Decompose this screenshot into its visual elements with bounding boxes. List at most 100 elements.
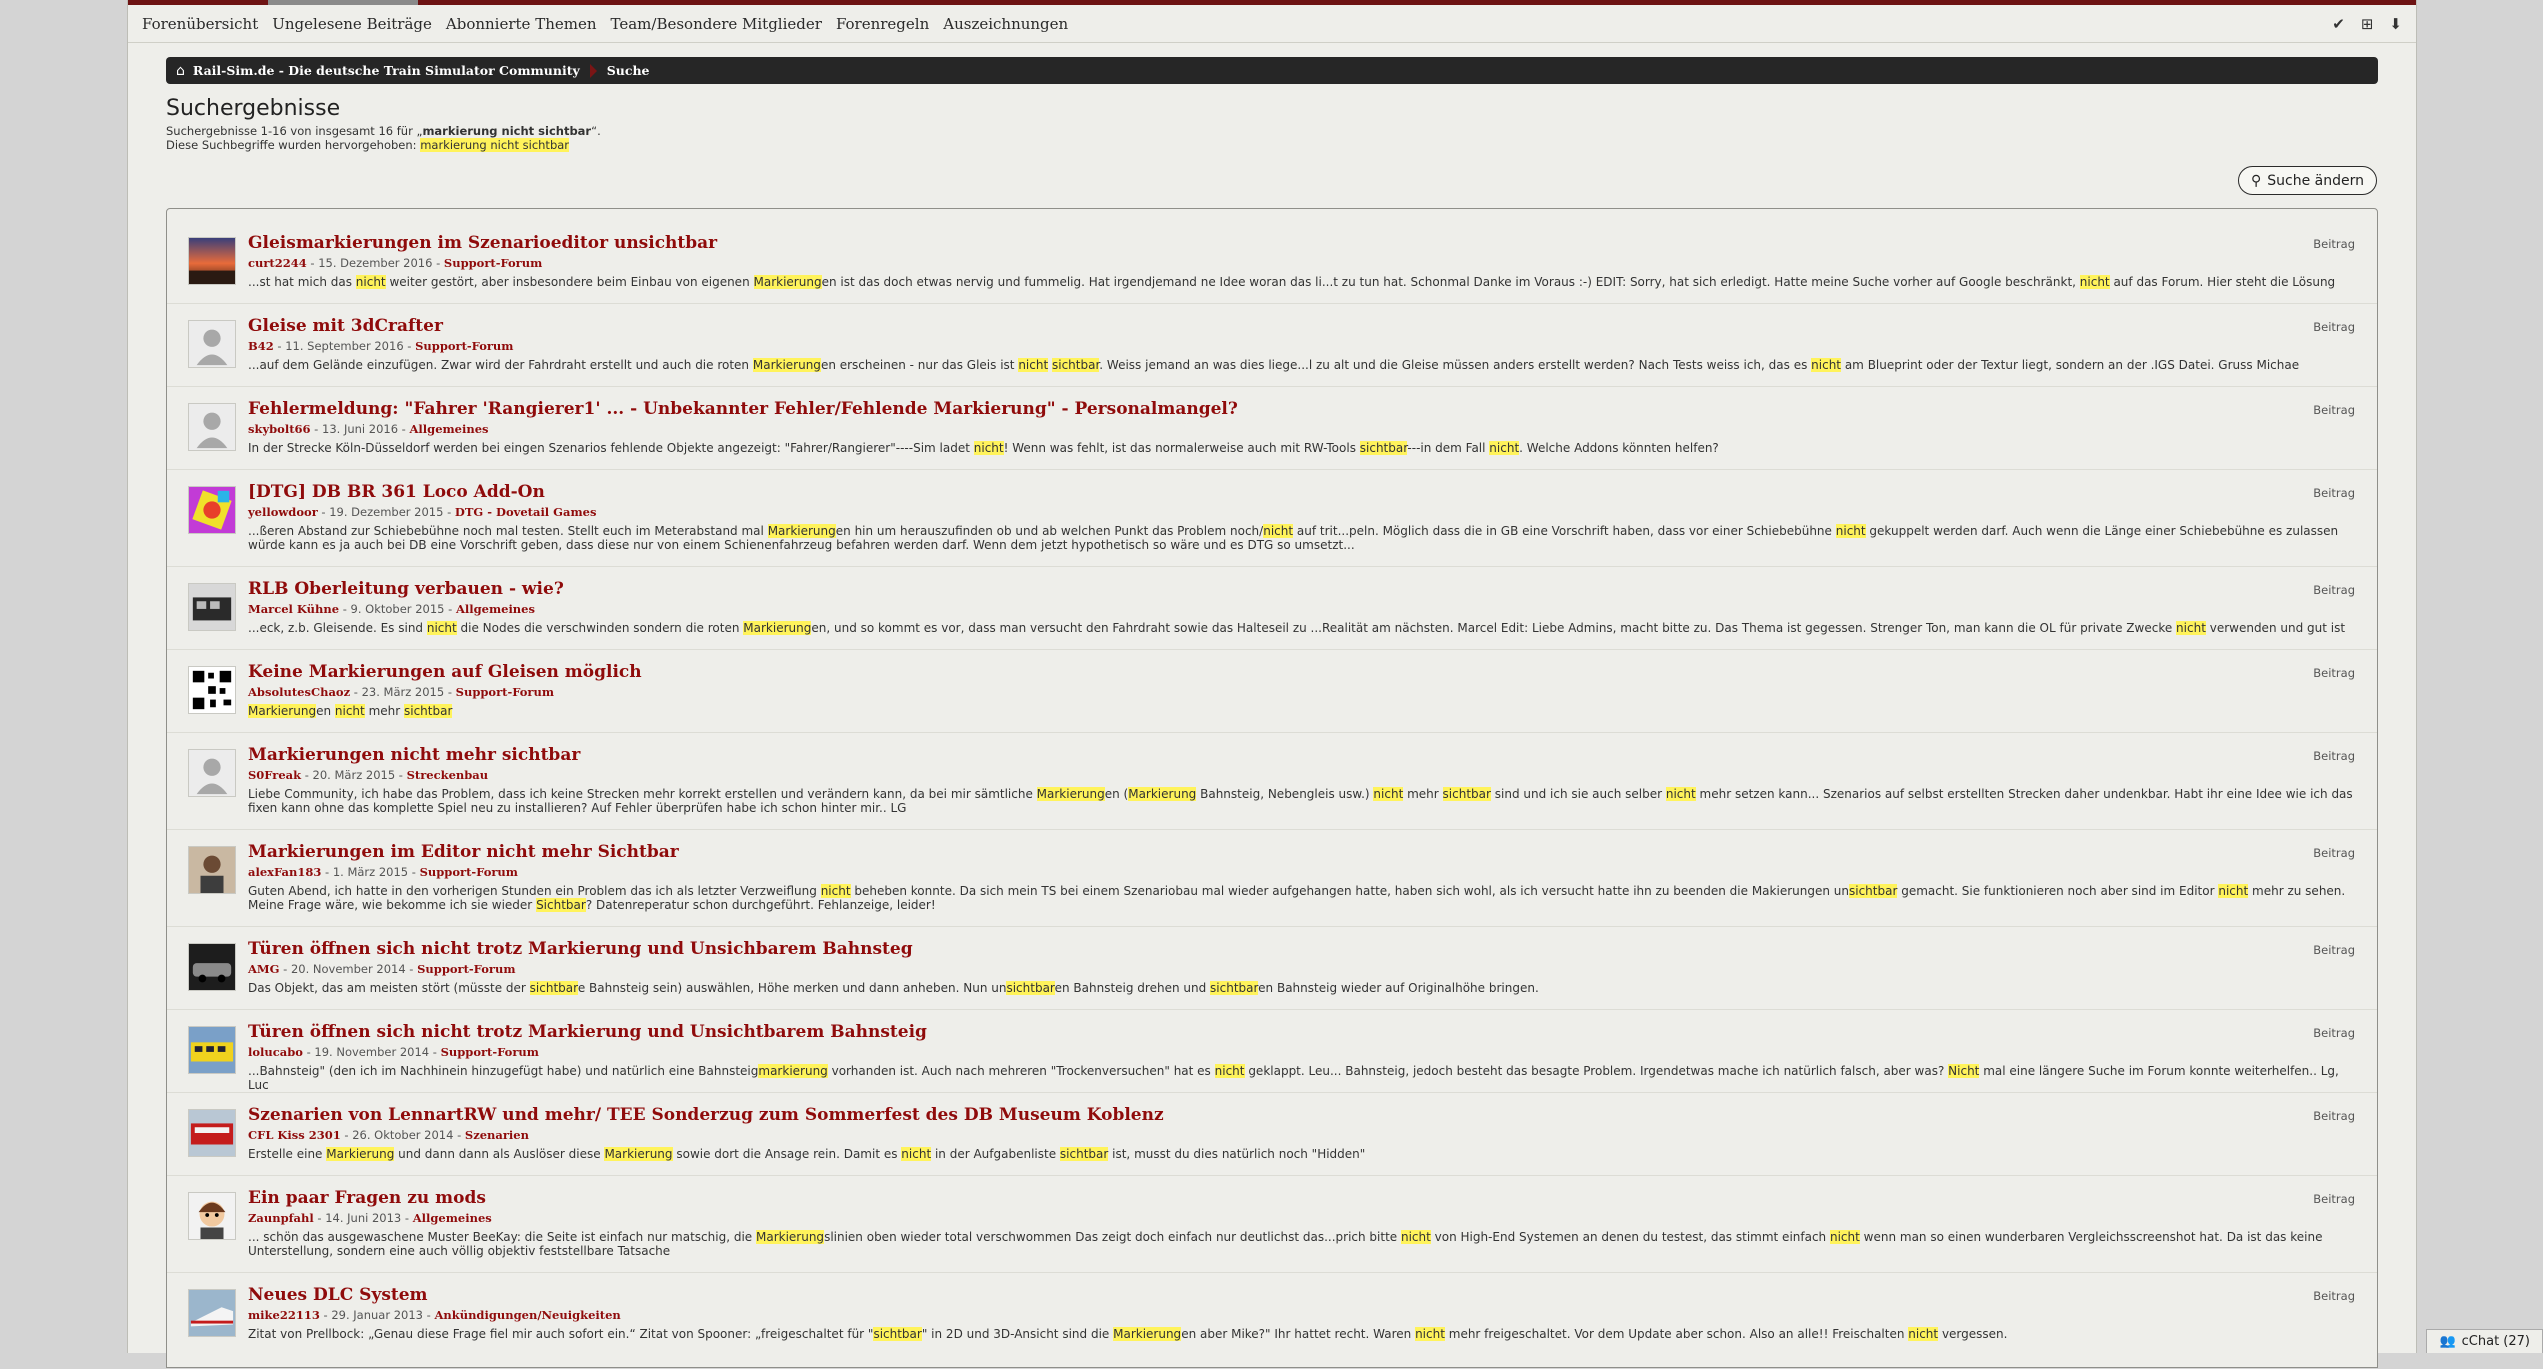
search-highlight: nicht [1018, 358, 1049, 372]
avatar[interactable] [188, 1289, 236, 1337]
search-highlight: sichtbar [1052, 358, 1100, 372]
forum-link[interactable]: Support-Forum [441, 1045, 539, 1059]
edit-search-button[interactable]: ⚲ Suche ändern [2238, 166, 2377, 195]
result-type: Beitrag [2313, 403, 2355, 417]
result-title-link[interactable]: Fehlermeldung: "Fahrer 'Rangierer1' ... … [248, 399, 1238, 419]
author-link[interactable]: lolucabo [248, 1045, 303, 1059]
result-title-link[interactable]: Ein paar Fragen zu mods [248, 1188, 486, 1208]
author-link[interactable]: AMG [248, 962, 279, 976]
author-link[interactable]: AbsolutesChaoz [248, 685, 350, 699]
author-link[interactable]: CFL Kiss 2301 [248, 1128, 341, 1142]
result-item: Türen öffnen sich nicht trotz Markierung… [167, 927, 2377, 1010]
main-nav-items: Forenübersicht Ungelesene Beiträge Abonnie… [142, 5, 1082, 43]
sitemap-icon[interactable]: ⊞ [2361, 15, 2374, 33]
forum-link[interactable]: Szenarien [465, 1128, 529, 1142]
result-summary: Suchergebnisse 1-16 von insgesamt 16 für… [166, 124, 601, 138]
avatar[interactable] [188, 1192, 236, 1240]
result-type: Beitrag [2313, 943, 2355, 957]
result-title-link[interactable]: Markierungen im Editor nicht mehr Sichtb… [248, 842, 679, 862]
result-title-link[interactable]: Keine Markierungen auf Gleisen möglich [248, 662, 642, 682]
result-type: Beitrag [2313, 583, 2355, 597]
avatar[interactable] [188, 403, 236, 451]
forum-link[interactable]: Support-Forum [456, 685, 554, 699]
forum-link[interactable]: Support-Forum [417, 962, 515, 976]
arrow-down-icon[interactable]: ⬇ [2389, 15, 2402, 33]
result-title-link[interactable]: Gleise mit 3dCrafter [248, 316, 443, 336]
chat-label: cChat (27) [2461, 1334, 2530, 1349]
search-highlight: nicht [1908, 1327, 1939, 1341]
result-meta: mike22113 - 29. Januar 2013 - Ankündigun… [248, 1308, 621, 1322]
meta-separator: - [429, 1045, 441, 1059]
search-highlight: Markierung [604, 1147, 673, 1161]
author-link[interactable]: B42 [248, 339, 274, 353]
check-icon[interactable]: ✔ [2332, 15, 2345, 33]
result-title-link[interactable]: Markierungen nicht mehr sichtbar [248, 745, 580, 765]
nav-item[interactable]: Forenregeln [836, 15, 929, 33]
search-highlight: nicht [334, 704, 365, 718]
author-link[interactable]: skybolt66 [248, 422, 311, 436]
result-title-link[interactable]: Türen öffnen sich nicht trotz Markierung… [248, 1022, 927, 1042]
forum-link[interactable]: Support-Forum [415, 339, 513, 353]
search-highlight: markierung [758, 1064, 828, 1078]
home-icon[interactable]: ⌂ [176, 63, 185, 79]
author-link[interactable]: Zaunpfahl [248, 1211, 314, 1225]
avatar[interactable] [188, 943, 236, 991]
result-title-link[interactable]: Türen öffnen sich nicht trotz Markierung… [248, 939, 913, 959]
nav-item[interactable]: Abonnierte Themen [446, 15, 597, 33]
avatar[interactable] [188, 1026, 236, 1074]
result-item: Türen öffnen sich nicht trotz Markierung… [167, 1010, 2377, 1093]
author-link[interactable]: alexFan183 [248, 865, 321, 879]
result-title-link[interactable]: RLB Oberleitung verbauen - wie? [248, 579, 564, 599]
result-snippet: In der Strecke Köln-Düsseldorf werden be… [248, 441, 1719, 455]
avatar[interactable] [188, 1109, 236, 1157]
forum-link[interactable]: Allgemeines [410, 422, 489, 436]
post-date: 19. November 2014 [314, 1045, 430, 1059]
result-snippet: Liebe Community, ich habe das Problem, d… [248, 787, 2353, 815]
forum-link[interactable]: Ankündigungen/Neuigkeiten [434, 1308, 620, 1322]
avatar[interactable] [188, 237, 236, 285]
breadcrumb-site[interactable]: Rail-Sim.de - Die deutsche Train Simulat… [193, 63, 580, 78]
author-link[interactable]: mike22113 [248, 1308, 320, 1322]
nav-item[interactable]: Ungelesene Beiträge [272, 15, 432, 33]
forum-link[interactable]: Support-Forum [420, 865, 518, 879]
forum-link[interactable]: Allgemeines [413, 1211, 492, 1225]
avatar[interactable] [188, 666, 236, 714]
nav-item[interactable]: Forenübersicht [142, 15, 258, 33]
forum-link[interactable]: Allgemeines [456, 602, 535, 616]
post-date: 26. Oktober 2014 [352, 1128, 454, 1142]
result-meta: CFL Kiss 2301 - 26. Oktober 2014 - Szena… [248, 1128, 529, 1142]
author-link[interactable]: S0Freak [248, 768, 301, 782]
result-item: Szenarien von LennartRW und mehr/ TEE So… [167, 1093, 2377, 1176]
result-title-link[interactable]: Szenarien von LennartRW und mehr/ TEE So… [248, 1105, 1164, 1125]
forum-link[interactable]: DTG - Dovetail Games [455, 505, 597, 519]
result-meta: curt2244 - 15. Dezember 2016 - Support-F… [248, 256, 542, 270]
result-item: RLB Oberleitung verbauen - wie? Marcel Kü… [167, 567, 2377, 650]
avatar[interactable] [188, 846, 236, 894]
forum-link[interactable]: Support-Forum [444, 256, 542, 270]
meta-separator: - [339, 602, 351, 616]
avatar[interactable] [188, 486, 236, 534]
result-snippet: Das Objekt, das am meisten stört (müsste… [248, 981, 1539, 995]
search-highlight: nicht [1214, 1064, 1245, 1078]
search-highlight: nicht [1415, 1327, 1445, 1341]
nav-item[interactable]: Team/Besondere Mitglieder [611, 15, 822, 33]
avatar[interactable] [188, 749, 236, 797]
meta-separator: - [444, 685, 456, 699]
result-title-link[interactable]: Neues DLC System [248, 1285, 428, 1305]
result-item: Keine Markierungen auf Gleisen möglich Ab… [167, 650, 2377, 733]
author-link[interactable]: Marcel Kühne [248, 602, 339, 616]
chat-button[interactable]: 👥 cChat (27) [2426, 1329, 2543, 1353]
forum-link[interactable]: Streckenbau [407, 768, 489, 782]
avatar[interactable] [188, 320, 236, 368]
result-title-link[interactable]: Gleismarkierungen im Szenarioeditor unsi… [248, 233, 717, 253]
search-highlight: sichtbar [1848, 884, 1898, 898]
author-link[interactable]: yellowdoor [248, 505, 318, 519]
summary-prefix: Suchergebnisse 1-16 von insgesamt 16 für… [166, 124, 423, 138]
breadcrumb-current[interactable]: Suche [607, 63, 650, 78]
author-link[interactable]: curt2244 [248, 256, 307, 270]
result-snippet: ... schön das ausgewaschene Muster BeeKa… [248, 1230, 2323, 1258]
result-title-link[interactable]: [DTG] DB BR 361 Loco Add-On [248, 482, 545, 502]
nav-item[interactable]: Auszeichnungen [943, 15, 1068, 33]
post-date: 14. Juni 2013 [325, 1211, 402, 1225]
avatar[interactable] [188, 583, 236, 631]
